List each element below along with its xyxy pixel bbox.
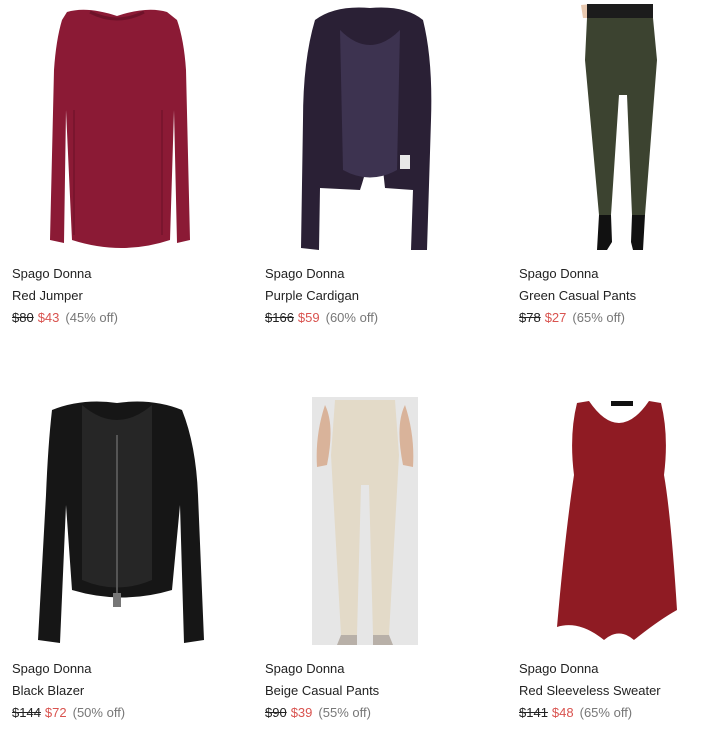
original-price: $80 xyxy=(12,310,34,325)
price-line: $78 $27 (65% off) xyxy=(519,307,709,329)
discount-badge: (65% off) xyxy=(579,705,633,720)
product-card-black-blazer[interactable]: Spago Donna Black Blazer $144 $72 (50% off… xyxy=(12,395,222,720)
product-card-beige-pants[interactable]: Spago Donna Beige Casual Pants $90 $39 (55… xyxy=(265,395,475,720)
red-sleeveless-image[interactable] xyxy=(519,395,709,645)
original-price: $141 xyxy=(519,705,548,720)
discount-badge: (45% off) xyxy=(65,310,118,325)
black-blazer-image[interactable] xyxy=(12,395,222,645)
product-card-red-sleeveless[interactable]: Spago Donna Red Sleeveless Sweater $141 $… xyxy=(519,395,709,720)
sale-price: $39 xyxy=(290,705,313,720)
product-brand[interactable]: Spago Donna xyxy=(265,658,485,680)
sale-price: $59 xyxy=(297,310,320,325)
product-name[interactable]: Black Blazer xyxy=(12,680,232,702)
product-name[interactable]: Red Sleeveless Sweater xyxy=(519,680,709,702)
price-line: $141 $48 (65% off) xyxy=(519,702,709,724)
product-brand[interactable]: Spago Donna xyxy=(519,658,709,680)
original-price: $166 xyxy=(265,310,294,325)
beige-pants-image[interactable] xyxy=(265,395,475,645)
price-line: $90 $39 (55% off) xyxy=(265,702,485,724)
price-line: $166 $59 (60% off) xyxy=(265,307,485,329)
product-name[interactable]: Purple Cardigan xyxy=(265,285,485,307)
discount-badge: (55% off) xyxy=(318,705,371,720)
product-card-purple-cardigan[interactable]: Spago Donna Purple Cardigan $166 $59 (60% … xyxy=(265,0,475,325)
sale-price: $43 xyxy=(37,310,60,325)
product-card-red-jumper[interactable]: Spago Donna Red Jumper $80 $43 (45% off) xyxy=(12,0,222,325)
sale-price: $72 xyxy=(44,705,67,720)
discount-badge: (60% off) xyxy=(325,310,379,325)
original-price: $144 xyxy=(12,705,41,720)
product-brand[interactable]: Spago Donna xyxy=(265,263,485,285)
product-brand[interactable]: Spago Donna xyxy=(12,658,232,680)
product-grid: Spago Donna Red Jumper $80 $43 (45% off) S… xyxy=(0,0,709,730)
sale-price: $48 xyxy=(551,705,574,720)
green-pants-image[interactable] xyxy=(519,0,709,250)
original-price: $78 xyxy=(519,310,541,325)
discount-badge: (65% off) xyxy=(572,310,625,325)
product-name[interactable]: Green Casual Pants xyxy=(519,285,709,307)
product-name[interactable]: Red Jumper xyxy=(12,285,232,307)
red-jumper-image[interactable] xyxy=(12,0,222,250)
price-line: $144 $72 (50% off) xyxy=(12,702,232,724)
discount-badge: (50% off) xyxy=(72,705,126,720)
product-name[interactable]: Beige Casual Pants xyxy=(265,680,485,702)
original-price: $90 xyxy=(265,705,287,720)
price-line: $80 $43 (45% off) xyxy=(12,307,232,329)
sale-price: $27 xyxy=(544,310,567,325)
product-card-green-pants[interactable]: Spago Donna Green Casual Pants $78 $27 (65… xyxy=(519,0,709,325)
product-brand[interactable]: Spago Donna xyxy=(519,263,709,285)
product-brand[interactable]: Spago Donna xyxy=(12,263,232,285)
purple-cardigan-image[interactable] xyxy=(265,0,475,250)
